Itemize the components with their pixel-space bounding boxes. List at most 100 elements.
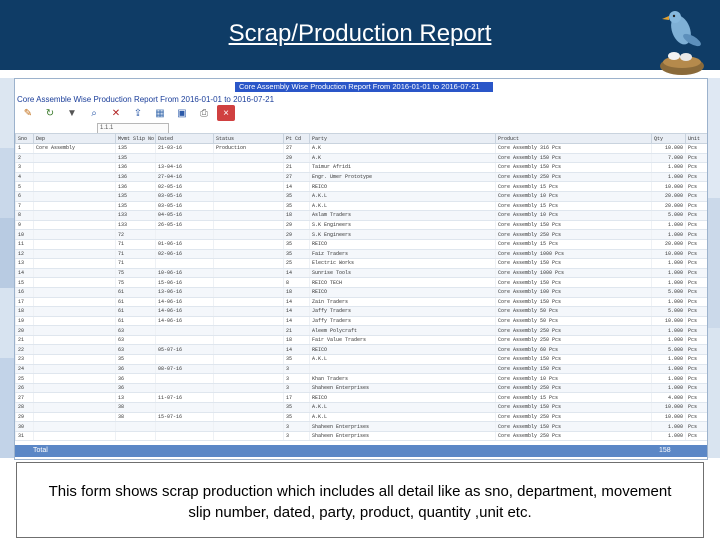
table-row[interactable]: 27 13 11-07-16 17 REICO Core Assembly 15 Pcs 4… [15, 392, 707, 404]
column-header[interactable]: Dated [155, 133, 214, 144]
table-row[interactable]: 20 63 21 Aleem Polycraft Core Assembly 250 P… [15, 325, 707, 336]
table-cell [33, 277, 116, 288]
table-cell: 1.000 [651, 162, 686, 173]
table-cell: 61 [115, 306, 156, 317]
table-cell: Production [213, 143, 284, 154]
table-cell: 75 [115, 277, 156, 288]
table-cell: 10.000 [651, 249, 686, 260]
table-row[interactable]: 29 38 15-07-16 35 A.K.L Core Assembly 250 Pcs… [15, 412, 707, 423]
table-cell: 18 [283, 287, 310, 298]
table-cell: Core Assembly 250 Pcs [495, 335, 652, 346]
column-header[interactable]: Product [495, 133, 652, 144]
table-cell: 27 [283, 143, 310, 154]
table-cell: 29 [283, 220, 310, 231]
table-cell: 133 [115, 210, 156, 221]
table-row[interactable]: 31 3 Shaheen Enterprises Core Assembly 250 … [15, 431, 707, 442]
table-cell: 12 [15, 249, 34, 260]
table-row[interactable]: 24 36 08-07-16 3 Core Assembly 150 Pcs 1.000 P… [15, 364, 707, 375]
table-cell: 5.000 [651, 210, 686, 221]
table-row[interactable]: 18 61 14-06-16 14 Jaffy Traders Core Assembly… [15, 306, 707, 317]
table-cell: 3 [15, 162, 34, 173]
refresh-icon[interactable]: ↻ [41, 105, 59, 121]
table-row[interactable]: 28 38 35 A.K.L Core Assembly 150 Pcs 10.000 Pc… [15, 402, 707, 413]
table-cell [33, 181, 116, 192]
table-cell: Pcs [685, 373, 707, 384]
table-cell: 02-05-16 [155, 181, 214, 192]
table-cell [33, 392, 116, 404]
table-cell: 63 [115, 344, 156, 356]
table-cell: 35 [283, 354, 310, 365]
table-row[interactable]: 7 135 03-05-16 35 A.K.L Core Assembly 15 Pcs 2… [15, 201, 707, 212]
column-header[interactable]: Pt Cd [283, 133, 310, 144]
table-row[interactable]: 30 3 Shaheen Enterprises Core Assembly 150 … [15, 421, 707, 432]
table-cell: 35 [283, 201, 310, 212]
table-cell: 14 [15, 268, 34, 279]
table-row[interactable]: 10 72 29 S.K Engineers Core Assembly 250 Pcs… [15, 229, 707, 240]
column-header[interactable]: Sno [15, 133, 34, 144]
table-cell [33, 153, 116, 164]
table-row[interactable]: 5 136 02-05-16 14 REICO Core Assembly 15 Pcs 1… [15, 181, 707, 192]
find-icon[interactable]: ⌕ [85, 105, 103, 121]
column-header[interactable]: Status [213, 133, 284, 144]
grid-icon[interactable]: ▦ [151, 105, 169, 121]
table-row[interactable]: 26 36 3 Shaheen Enterprises Core Assembly 25… [15, 383, 707, 394]
table-cell [155, 383, 214, 394]
table-cell [33, 344, 116, 356]
table-cell: 29 [283, 229, 310, 240]
column-header[interactable]: Qty [651, 133, 686, 144]
column-header[interactable]: Mvmt Slip No [115, 133, 156, 144]
table-row[interactable]: 16 61 13-06-16 18 REICO Core Assembly 100 Pcs… [15, 287, 707, 298]
table-row[interactable]: 13 71 25 Electric Works Core Assembly 150 Pc… [15, 258, 707, 269]
table-cell: 71 [115, 239, 156, 250]
table-cell: Pcs [685, 412, 707, 423]
table-row[interactable]: 14 75 10-06-16 14 Sunrise Tools Core Assembly… [15, 268, 707, 279]
table-row[interactable]: 15 75 15-06-16 8 REICO TECH Core Assembly 150… [15, 277, 707, 288]
table-row[interactable]: 11 71 01-06-16 35 REICO Core Assembly 15 Pcs 2… [15, 239, 707, 250]
table-row[interactable]: 21 63 18 Fair Value Traders Core Assembly 25… [15, 335, 707, 346]
table-cell: Core Assembly 250 Pcs [495, 383, 652, 394]
table-row[interactable]: 3 136 13-04-16 21 Taimur Afridi Core Assembly… [15, 162, 707, 173]
table-row[interactable]: 22 63 05-07-16 14 REICO Core Assembly 60 Pcs 5… [15, 344, 707, 356]
table-cell: 28 [15, 402, 34, 413]
column-header[interactable]: Party [309, 133, 496, 144]
side-band-left [0, 78, 14, 148]
table-cell [33, 191, 116, 202]
column-header[interactable]: Dep [33, 133, 116, 144]
table-row[interactable]: 25 36 3 Khan Traders Core Assembly 10 Pcs 1.0… [15, 373, 707, 384]
table-cell [213, 220, 284, 231]
table-cell: 19 [15, 316, 34, 327]
filter-icon[interactable]: ▼ [63, 105, 81, 121]
export-icon[interactable]: ⇪ [129, 105, 147, 121]
table-row[interactable]: 6 135 03-05-16 35 A.K.L Core Assembly 10 Pcs 2… [15, 191, 707, 202]
table-cell [115, 421, 156, 432]
table-cell: 72 [115, 229, 156, 240]
table-cell: Core Assembly 250 Pcs [495, 412, 652, 423]
pencil-icon[interactable]: ✎ [19, 105, 37, 121]
delete-icon[interactable]: ✕ [107, 105, 125, 121]
save-icon[interactable]: ▣ [173, 105, 191, 121]
table-cell: 4 [15, 172, 34, 183]
table-cell: 29 [15, 412, 34, 423]
print-icon[interactable]: ⎙ [195, 105, 213, 121]
table-cell: Pcs [685, 249, 707, 260]
table-row[interactable]: 17 61 14-06-16 14 Zain Traders Core Assembly … [15, 297, 707, 308]
table-row[interactable]: 8 133 04-05-16 18 Aslam Traders Core Assembly… [15, 210, 707, 221]
table-row[interactable]: 2 135 29 A.K Core Assembly 150 Pcs 7.000 Pcs [15, 153, 707, 164]
table-cell: 61 [115, 316, 156, 327]
close-icon[interactable]: × [217, 105, 235, 121]
table-row[interactable]: 12 71 02-06-16 35 Faiz Traders Core Assembly … [15, 249, 707, 260]
table-row[interactable]: 19 61 14-06-16 14 Jaffy Traders Core Assembly… [15, 316, 707, 327]
table-row[interactable]: 4 136 27-04-16 27 Engr. Umer Prototype Core A… [15, 172, 707, 183]
table-cell: Shaheen Enterprises [309, 431, 496, 442]
column-header[interactable]: Unit [685, 133, 707, 144]
table-cell: Core Assembly [33, 143, 116, 154]
table-cell [155, 153, 214, 164]
table-cell: 1.000 [651, 277, 686, 288]
table-cell: 30 [15, 421, 34, 432]
side-band-left [0, 148, 14, 218]
table-row[interactable]: 9 133 26-05-16 29 S.K Engineers Core Assembly… [15, 220, 707, 231]
table-row[interactable]: 23 35 35 A.K.L Core Assembly 150 Pcs 1.000 Pcs [15, 354, 707, 365]
table-row[interactable]: 1 Core Assembly 135 21-03-16 Production 27 A.K… [15, 143, 707, 154]
table-cell: Core Assembly 150 Pcs [495, 354, 652, 365]
table-cell: A.K.L [309, 354, 496, 365]
